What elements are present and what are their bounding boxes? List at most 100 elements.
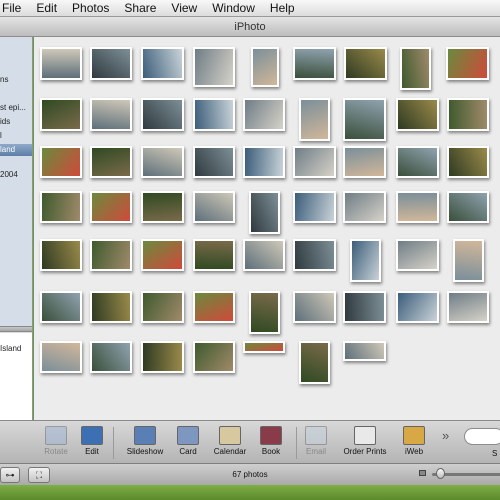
photo-thumbnail[interactable] [40, 98, 82, 131]
toolbar-more-chevron-icon[interactable]: » [442, 428, 449, 443]
email-button[interactable]: Email [293, 424, 339, 462]
menu-edit[interactable]: Edit [30, 1, 66, 15]
sidebar-splitter[interactable] [0, 326, 32, 332]
photo-thumbnail[interactable] [90, 146, 132, 178]
photo-thumbnail[interactable] [90, 47, 132, 80]
iweb-button[interactable]: iWeb [391, 424, 437, 462]
toolbar-button-label: iWeb [404, 447, 424, 456]
photo-thumbnail[interactable] [243, 341, 285, 353]
toolbar-button-label: Order Prints [343, 447, 387, 456]
photo-thumbnail[interactable] [447, 191, 489, 223]
toolbar-button-label: Rotate [44, 447, 68, 456]
photo-thumbnail[interactable] [141, 146, 184, 178]
source-item[interactable]: l [0, 131, 2, 140]
photo-thumbnail[interactable] [396, 146, 439, 178]
photo-thumbnail[interactable] [343, 98, 386, 141]
photo-thumbnail[interactable] [249, 191, 280, 234]
photo-thumbnail[interactable] [396, 239, 439, 271]
card-button[interactable]: Card [165, 424, 211, 462]
calendar-button[interactable]: Calendar [207, 424, 253, 462]
photo-thumbnail[interactable] [251, 47, 279, 87]
photo-thumbnail[interactable] [141, 341, 184, 373]
order-prints-icon [354, 426, 376, 445]
photo-thumbnail[interactable] [447, 98, 489, 131]
photo-thumbnail[interactable] [396, 291, 439, 323]
photo-thumbnail[interactable] [293, 191, 336, 223]
menu-bar: File Edit Photos Share View Window Help [0, 0, 500, 17]
window-title: iPhoto [234, 21, 266, 33]
desktop-background [0, 485, 500, 500]
photo-thumbnail[interactable] [446, 47, 489, 80]
photo-thumbnail[interactable] [40, 341, 82, 373]
source-item[interactable]: st epi... [0, 103, 26, 112]
source-item-selected[interactable]: land [0, 144, 32, 156]
photo-thumbnail[interactable] [193, 191, 235, 223]
zoom-slider-knob[interactable] [436, 468, 445, 479]
photo-thumbnail[interactable] [447, 146, 489, 178]
photo-thumbnail[interactable] [343, 146, 386, 178]
toolbar-button-label: Email [305, 447, 326, 456]
photo-thumbnail[interactable] [299, 341, 330, 384]
photo-thumbnail[interactable] [90, 341, 132, 373]
photo-thumbnail[interactable] [90, 191, 132, 223]
photo-thumbnail[interactable] [193, 146, 235, 178]
order-prints-button[interactable]: Order Prints [340, 424, 390, 462]
photo-thumbnail[interactable] [193, 98, 235, 131]
photo-thumbnail[interactable] [344, 47, 387, 80]
photo-thumbnail[interactable] [40, 291, 82, 323]
photo-thumbnail[interactable] [90, 239, 132, 271]
photo-grid [34, 37, 500, 420]
photo-thumbnail[interactable] [447, 291, 489, 323]
small-thumbnail-icon [419, 470, 426, 476]
photo-thumbnail[interactable] [293, 146, 336, 178]
photo-thumbnail[interactable] [243, 239, 285, 271]
menu-window[interactable]: Window [206, 1, 264, 15]
photo-thumbnail[interactable] [249, 291, 280, 334]
menu-photos[interactable]: Photos [66, 1, 118, 15]
source-item[interactable]: ns [0, 75, 8, 84]
photo-thumbnail[interactable] [293, 47, 336, 80]
window-title-bar[interactable]: iPhoto [0, 17, 500, 37]
menu-file[interactable]: File [0, 1, 30, 15]
photo-thumbnail[interactable] [396, 98, 439, 131]
photo-thumbnail[interactable] [193, 291, 235, 323]
photo-thumbnail[interactable] [343, 341, 386, 361]
menu-help[interactable]: Help [264, 1, 304, 15]
photo-thumbnail[interactable] [90, 98, 132, 131]
book-button[interactable]: Book [248, 424, 294, 462]
slideshow-icon [134, 426, 156, 445]
photo-thumbnail[interactable] [453, 239, 484, 282]
photo-thumbnail[interactable] [141, 47, 184, 80]
photo-thumbnail[interactable] [400, 47, 431, 90]
source-item[interactable]: ids [0, 117, 10, 126]
source-item[interactable]: 2004 [0, 170, 18, 179]
photo-thumbnail[interactable] [141, 291, 184, 323]
photo-thumbnail[interactable] [343, 191, 386, 223]
photo-thumbnail[interactable] [299, 98, 330, 141]
photo-thumbnail[interactable] [90, 291, 132, 323]
photo-thumbnail[interactable] [141, 98, 184, 131]
photo-thumbnail[interactable] [193, 47, 235, 87]
photo-thumbnail[interactable] [141, 191, 184, 223]
photo-thumbnail[interactable] [293, 239, 336, 271]
slideshow-button[interactable]: Slideshow [122, 424, 168, 462]
photo-thumbnail[interactable] [40, 146, 82, 178]
menu-share[interactable]: Share [118, 1, 165, 15]
photo-thumbnail[interactable] [40, 239, 82, 271]
photo-thumbnail[interactable] [193, 341, 235, 373]
photo-thumbnail[interactable] [396, 191, 439, 223]
photo-thumbnail[interactable] [40, 191, 82, 223]
photo-thumbnail[interactable] [350, 239, 381, 282]
toolbar-button-label: Book [261, 447, 281, 456]
photo-thumbnail[interactable] [293, 291, 336, 323]
photo-thumbnail[interactable] [243, 146, 285, 178]
photo-thumbnail[interactable] [40, 47, 82, 80]
menu-view[interactable]: View [165, 1, 206, 15]
photo-thumbnail[interactable] [243, 98, 285, 131]
photo-thumbnail[interactable] [141, 239, 184, 271]
photo-thumbnail[interactable] [343, 291, 386, 323]
source-item[interactable]: Island [0, 344, 21, 353]
search-field[interactable] [464, 428, 500, 445]
edit-button[interactable]: Edit [69, 424, 115, 462]
photo-thumbnail[interactable] [193, 239, 235, 271]
